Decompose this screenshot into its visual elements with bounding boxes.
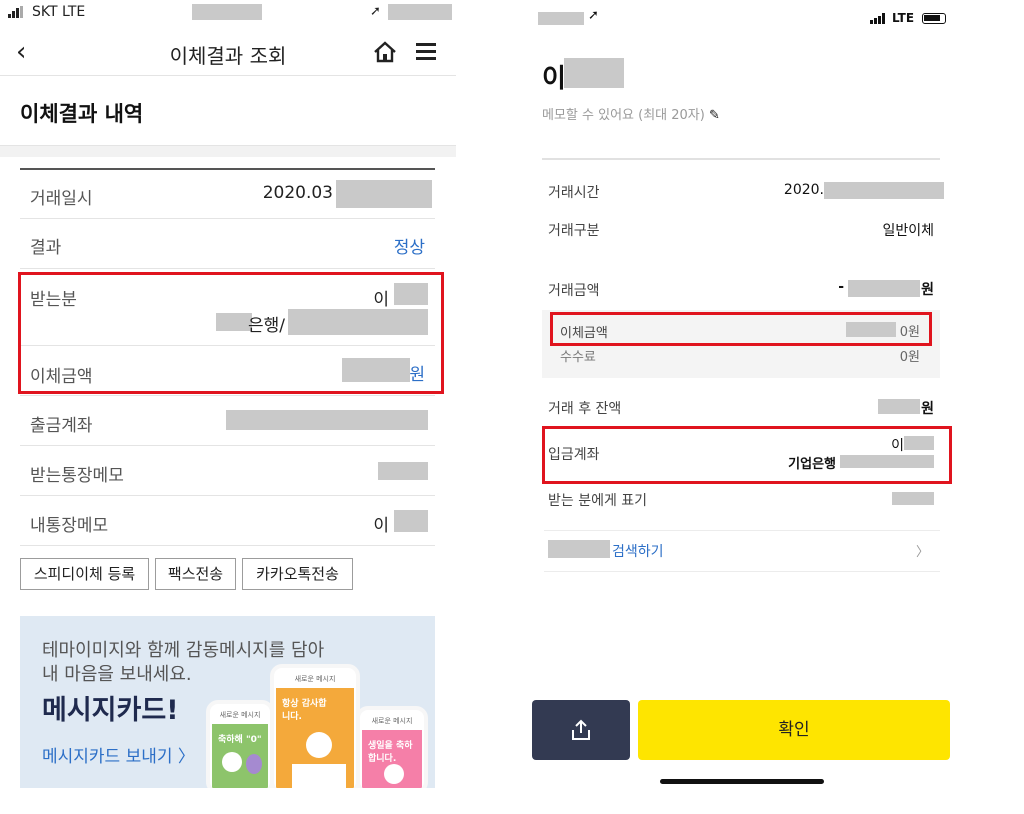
balance-unit: 원 [921,401,934,417]
section-divider [0,145,456,157]
carrier-label: SKT LTE [32,4,86,20]
status-value: 정상 [393,238,425,258]
nav-bar: ‹ 이체결과 조회 [0,30,456,76]
card-header: 새로운 메시지 [294,675,336,683]
recipient-name: 이 [542,64,566,94]
card-header: 새로운 메시지 [371,717,413,725]
section-title: 이체결과 내역 [20,102,144,126]
card-header: 새로운 메시지 [219,711,261,719]
menu-icon[interactable] [416,43,436,61]
speed-transfer-button[interactable]: 스피디이체 등록 [20,558,149,590]
redacted-time [192,4,262,20]
network-label: LTE [892,11,915,25]
redacted-name [564,58,624,88]
right-screen: ➚ LTE 이 메모할 수 있어요 (최대 20자) ✎ 거래시간 2020. … [530,0,960,814]
kakao-share-button[interactable]: 카카오톡전송 [242,558,353,590]
chevron-right-icon: 〉 [916,545,930,560]
banner-headline: 메시지카드! [42,695,179,726]
amount-unit: 원 [921,282,934,298]
signal-icon [870,13,888,24]
character-icon [246,754,262,774]
card-body: 생일을 축하합니다. [362,730,422,788]
memo-prompt[interactable]: 메모할 수 있어요 (최대 20자) ✎ [542,104,720,123]
fee-label: 수수료 [560,350,596,365]
redacted-status [388,4,452,20]
row-label: 받는통장메모 [30,466,124,486]
character-icon [306,732,332,758]
card-text: 축하해 "0" [218,735,262,745]
highlight-box [18,272,444,394]
time-label: 거래시간 [548,185,600,201]
time-value: 2020. [783,182,824,198]
balance-label: 거래 후 잔액 [548,401,622,417]
card-text: 항상 감사합니다. [282,699,327,722]
character-icon [222,752,242,772]
share-icon [572,719,590,740]
confirm-button[interactable]: 확인 [638,700,950,760]
fax-button[interactable]: 팩스전송 [155,558,236,590]
location-arrow-icon: ➚ [588,8,599,23]
redacted-value [336,180,432,208]
highlight-box [542,426,952,484]
card-body: 항상 감사합니다. [276,688,354,788]
redacted-time-value [824,182,944,199]
card-body: 축하해 "0" [212,724,268,788]
redacted-account [226,410,428,430]
left-screen: SKT LTE ➚ ‹ 이체결과 조회 이체결과 내역 거래일시 2020.03… [0,0,456,814]
row-label: 출금계좌 [30,416,93,436]
card-input-area [292,764,346,788]
type-label: 거래구분 [548,223,600,239]
share-button[interactable] [532,700,630,760]
divider [542,158,940,160]
card-preview-pink: 새로운 메시지 생일을 축하합니다. [356,706,428,788]
fee-value: 0원 [899,350,920,365]
card-preview-orange: 새로운 메시지 항상 감사합니다. [270,664,360,788]
redacted-search-term [548,540,610,558]
character-icon [384,764,404,784]
amount-sign: - [838,279,844,295]
redacted-shown-value [892,492,934,505]
redacted-memo [378,462,428,480]
row-from-account: 출금계좌 [20,396,435,446]
banner-link[interactable]: 메시지카드 보내기 〉 [42,742,195,767]
highlight-box [550,312,932,346]
battery-icon [922,13,946,24]
redacted-time [538,12,584,25]
shown-label: 받는 분에게 표기 [548,493,648,509]
row-label: 내통장메모 [30,516,109,536]
status-bar: SKT LTE ➚ [0,0,456,24]
row-result: 결과 정상 [20,219,435,269]
redacted-amount [848,280,920,297]
home-icon[interactable] [372,39,398,65]
signal-icon [8,6,28,18]
row-my-memo: 내통장메모 이 [20,496,435,546]
amount-label: 거래금액 [548,283,600,299]
memo-value: 이 [373,516,389,536]
message-card-banner[interactable]: 테마이미지와 함께 감동메시지를 담아 내 마음을 보내세요. 메시지카드! 메… [20,616,435,788]
row-label: 거래일시 [30,189,93,209]
row-recipient-memo: 받는통장메모 [20,446,435,496]
row-label: 결과 [30,238,62,258]
redacted-memo [394,510,428,532]
location-arrow-icon: ➚ [370,4,381,19]
type-value: 일반이체 [882,223,934,239]
pencil-icon[interactable]: ✎ [709,108,720,123]
row-date: 거래일시 2020.03 [20,170,435,219]
memo-text: 메모할 수 있어요 (최대 20자) [542,108,705,123]
home-indicator [660,779,824,784]
row-value: 2020.03 [262,183,333,203]
banner-line2: 내 마음을 보내세요. [42,664,192,685]
card-text: 생일을 축하합니다. [368,741,413,764]
card-preview-green: 새로운 메시지 축하해 "0" [206,700,274,788]
search-link[interactable]: 검색하기 [612,541,664,561]
banner-line1: 테마이미지와 함께 감동메시지를 담아 [42,640,325,661]
search-row[interactable]: 검색하기 〉 [544,530,940,572]
redacted-balance [878,399,920,414]
